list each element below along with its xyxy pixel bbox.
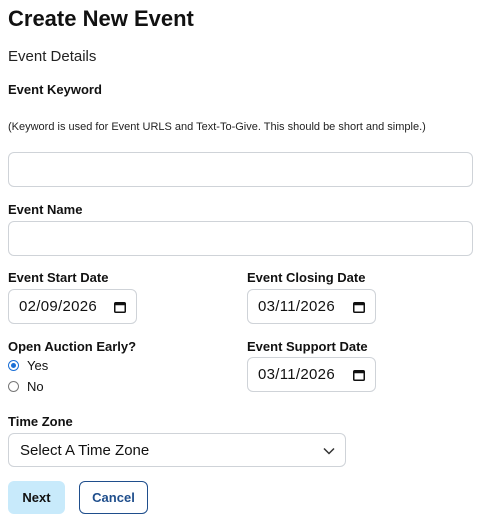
event-support-date-input[interactable]: 03/11/2026 [247, 357, 376, 392]
radio-no[interactable] [8, 381, 19, 392]
chevron-down-icon [323, 442, 335, 459]
event-keyword-input[interactable] [8, 152, 473, 187]
event-support-date-value: 03/11/2026 [258, 366, 335, 383]
event-keyword-note: (Keyword is used for Event URLS and Text… [8, 121, 426, 133]
event-name-label: Event Name [8, 202, 83, 217]
event-closing-date-label: Event Closing Date [247, 270, 366, 285]
event-keyword-label: Event Keyword [8, 82, 102, 97]
next-button[interactable]: Next [8, 481, 65, 514]
time-zone-selected-value: Select A Time Zone [20, 441, 150, 459]
radio-no-label: No [27, 379, 44, 394]
event-start-date-value: 02/09/2026 [19, 298, 98, 315]
calendar-icon[interactable] [114, 301, 126, 313]
cancel-button[interactable]: Cancel [79, 481, 148, 514]
time-zone-select[interactable]: Select A Time Zone [8, 433, 346, 467]
time-zone-label: Time Zone [8, 414, 73, 429]
radio-option-yes[interactable]: Yes [8, 358, 48, 373]
page-title: Create New Event [8, 6, 194, 31]
calendar-icon[interactable] [353, 369, 365, 381]
event-start-date-label: Event Start Date [8, 270, 109, 285]
event-support-date-label: Event Support Date [247, 339, 368, 354]
open-auction-early-label: Open Auction Early? [8, 339, 137, 354]
radio-yes[interactable] [8, 360, 19, 371]
event-name-input[interactable] [8, 221, 473, 256]
section-title: Event Details [8, 48, 97, 65]
event-closing-date-input[interactable]: 03/11/2026 [247, 289, 376, 324]
event-closing-date-value: 03/11/2026 [258, 298, 335, 315]
event-start-date-input[interactable]: 02/09/2026 [8, 289, 137, 324]
calendar-icon[interactable] [353, 301, 365, 313]
radio-yes-label: Yes [27, 358, 49, 373]
radio-option-no[interactable]: No [8, 379, 44, 394]
